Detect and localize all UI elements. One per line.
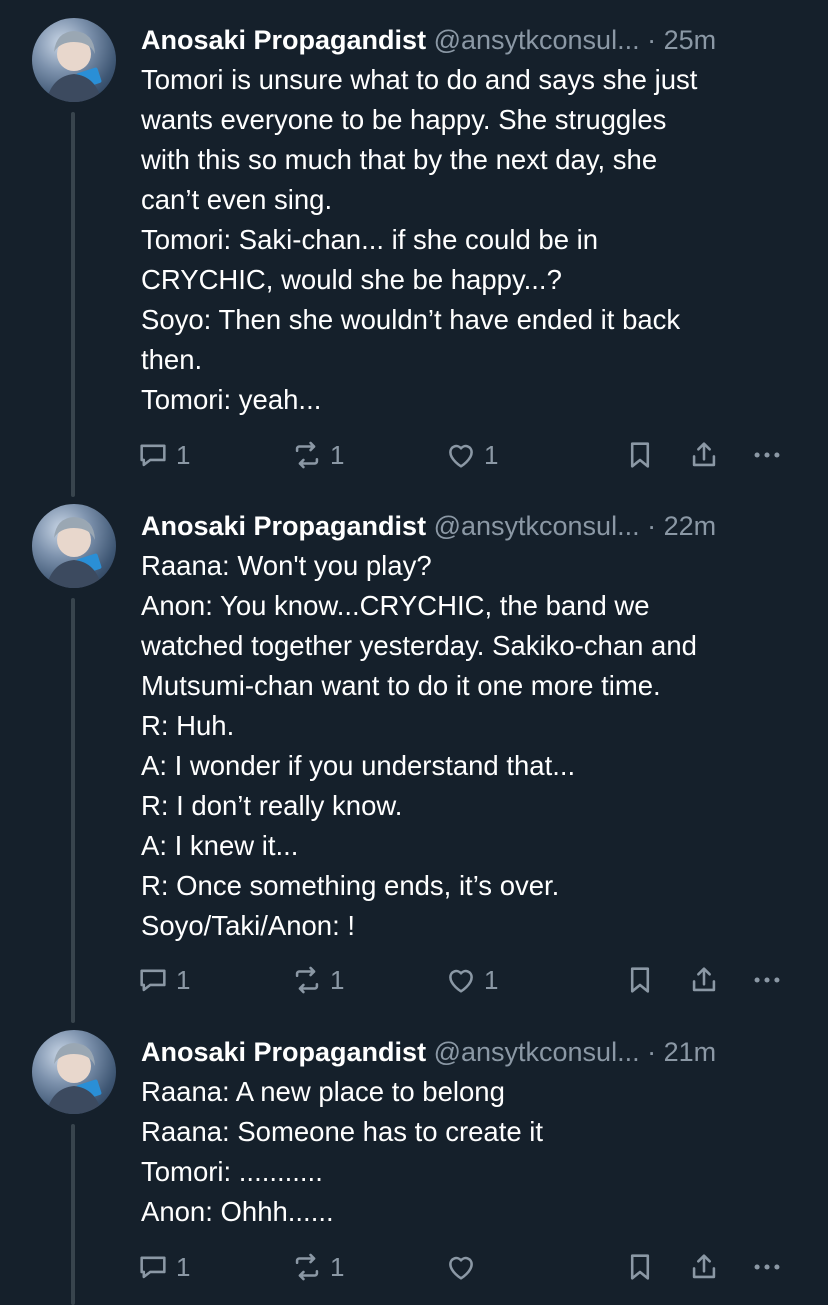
tweet-line: CRYCHIC, would she be happy...? (141, 264, 562, 295)
bookmark-icon (630, 442, 650, 468)
like-count: 1 (484, 440, 499, 470)
author-name[interactable]: Anosaki Propagandist (141, 25, 426, 55)
reply-icon (140, 969, 166, 992)
reply-button[interactable]: 1 (136, 1247, 190, 1287)
reply-count: 1 (176, 1252, 191, 1282)
repost-icon (295, 441, 319, 469)
tweet-line: Tomori: Saki-chan... if she could be in (141, 224, 599, 255)
tweet-line: with this so much that by the next day, … (141, 144, 658, 175)
separator-dot: · (647, 25, 657, 55)
tweet-line: Soyo/Taki/Anon: ! (141, 910, 356, 941)
like-button[interactable] (444, 1247, 484, 1287)
avatar[interactable] (32, 1030, 116, 1114)
more-icon (754, 977, 780, 983)
author-handle[interactable]: @ansytkconsul... (434, 511, 640, 541)
avatar[interactable] (32, 18, 116, 102)
separator-dot: · (647, 511, 657, 541)
more-button[interactable] (750, 960, 784, 1000)
repost-count: 1 (330, 1252, 345, 1282)
author-name[interactable]: Anosaki Propagandist (141, 1037, 426, 1067)
tweet-text: Raana: Won't you play? Anon: You know...… (141, 546, 811, 946)
tweet-line: Anon: Ohhh...... (141, 1196, 334, 1227)
tweet-line: Tomori is unsure what to do and says she… (141, 64, 698, 95)
repost-icon (295, 1253, 319, 1281)
heart-icon (449, 969, 473, 993)
share-icon (692, 967, 716, 992)
tweet-line: Anon: You know...CRYCHIC, the band we (141, 590, 650, 621)
tweet-actions: 1 1 1 (136, 960, 806, 1000)
tweet-actions: 1 1 (136, 1247, 806, 1287)
share-icon (692, 1254, 716, 1279)
tweet-line: Raana: A new place to belong (141, 1076, 505, 1107)
tweet-line: Raana: Won't you play? (141, 550, 432, 581)
separator-dot: · (647, 1037, 657, 1067)
heart-icon (449, 1256, 473, 1280)
timestamp[interactable]: 21m (664, 1037, 717, 1067)
avatar[interactable] (32, 504, 116, 588)
author-handle[interactable]: @ansytkconsul... (434, 1037, 640, 1067)
tweet-header: Anosaki Propagandist @ansytkconsul... · … (141, 1032, 801, 1072)
tweet[interactable]: Anosaki Propagandist @ansytkconsul... · … (0, 1012, 828, 1305)
repost-button[interactable]: 1 (290, 435, 344, 475)
share-button[interactable] (687, 960, 721, 1000)
more-icon (754, 1264, 780, 1270)
tweet-line: watched together yesterday. Sakiko-chan … (141, 630, 697, 661)
tweet-line: R: Huh. (141, 710, 235, 741)
like-button[interactable]: 1 (444, 960, 498, 1000)
bookmark-button[interactable] (623, 435, 657, 475)
reply-button[interactable]: 1 (136, 960, 190, 1000)
bookmark-icon (630, 1254, 650, 1280)
timestamp[interactable]: 25m (664, 25, 717, 55)
more-button[interactable] (750, 1247, 784, 1287)
bookmark-button[interactable] (623, 960, 657, 1000)
tweet-line: Raana: Someone has to create it (141, 1116, 544, 1147)
like-button[interactable]: 1 (444, 435, 498, 475)
repost-count: 1 (330, 440, 345, 470)
like-count: 1 (484, 965, 499, 995)
share-icon (692, 442, 716, 467)
tweet-line: Tomori: yeah... (141, 384, 322, 415)
tweet-line: Mutsumi-chan want to do it one more time… (141, 670, 661, 701)
bookmark-button[interactable] (623, 1247, 657, 1287)
bookmark-icon (630, 967, 650, 993)
more-icon (754, 452, 780, 458)
reply-button[interactable]: 1 (136, 435, 190, 475)
repost-button[interactable]: 1 (290, 1247, 344, 1287)
tweet-line: Tomori: ........... (141, 1156, 323, 1187)
reply-icon (140, 444, 166, 467)
tweet-text: Tomori is unsure what to do and says she… (141, 60, 811, 420)
share-button[interactable] (687, 435, 721, 475)
repost-button[interactable]: 1 (290, 960, 344, 1000)
tweet-line: A: I knew it... (141, 830, 299, 861)
tweet-line: R: I don’t really know. (141, 790, 403, 821)
tweet[interactable]: Anosaki Propagandist @ansytkconsul... · … (0, 0, 828, 486)
reply-icon (140, 1256, 166, 1279)
tweet-text: Raana: A new place to belong Raana: Some… (141, 1072, 811, 1232)
repost-icon (295, 966, 319, 994)
share-button[interactable] (687, 1247, 721, 1287)
reply-count: 1 (176, 965, 191, 995)
heart-icon (449, 444, 473, 468)
tweet-header: Anosaki Propagandist @ansytkconsul... · … (141, 506, 801, 546)
tweet[interactable]: Anosaki Propagandist @ansytkconsul... · … (0, 486, 828, 1012)
tweet-line: R: Once something ends, it’s over. (141, 870, 560, 901)
tweet-line: can’t even sing. (141, 184, 333, 215)
tweet-line: A: I wonder if you understand that... (141, 750, 576, 781)
timestamp[interactable]: 22m (664, 511, 717, 541)
tweet-line: then. (141, 344, 203, 375)
more-button[interactable] (750, 435, 784, 475)
author-name[interactable]: Anosaki Propagandist (141, 511, 426, 541)
tweet-line: Soyo: Then she wouldn’t have ended it ba… (141, 304, 681, 335)
author-handle[interactable]: @ansytkconsul... (434, 25, 640, 55)
repost-count: 1 (330, 965, 345, 995)
tweet-line: wants everyone to be happy. She struggle… (141, 104, 667, 135)
tweet-actions: 1 1 1 (136, 435, 806, 475)
reply-count: 1 (176, 440, 191, 470)
tweet-header: Anosaki Propagandist @ansytkconsul... · … (141, 20, 801, 60)
